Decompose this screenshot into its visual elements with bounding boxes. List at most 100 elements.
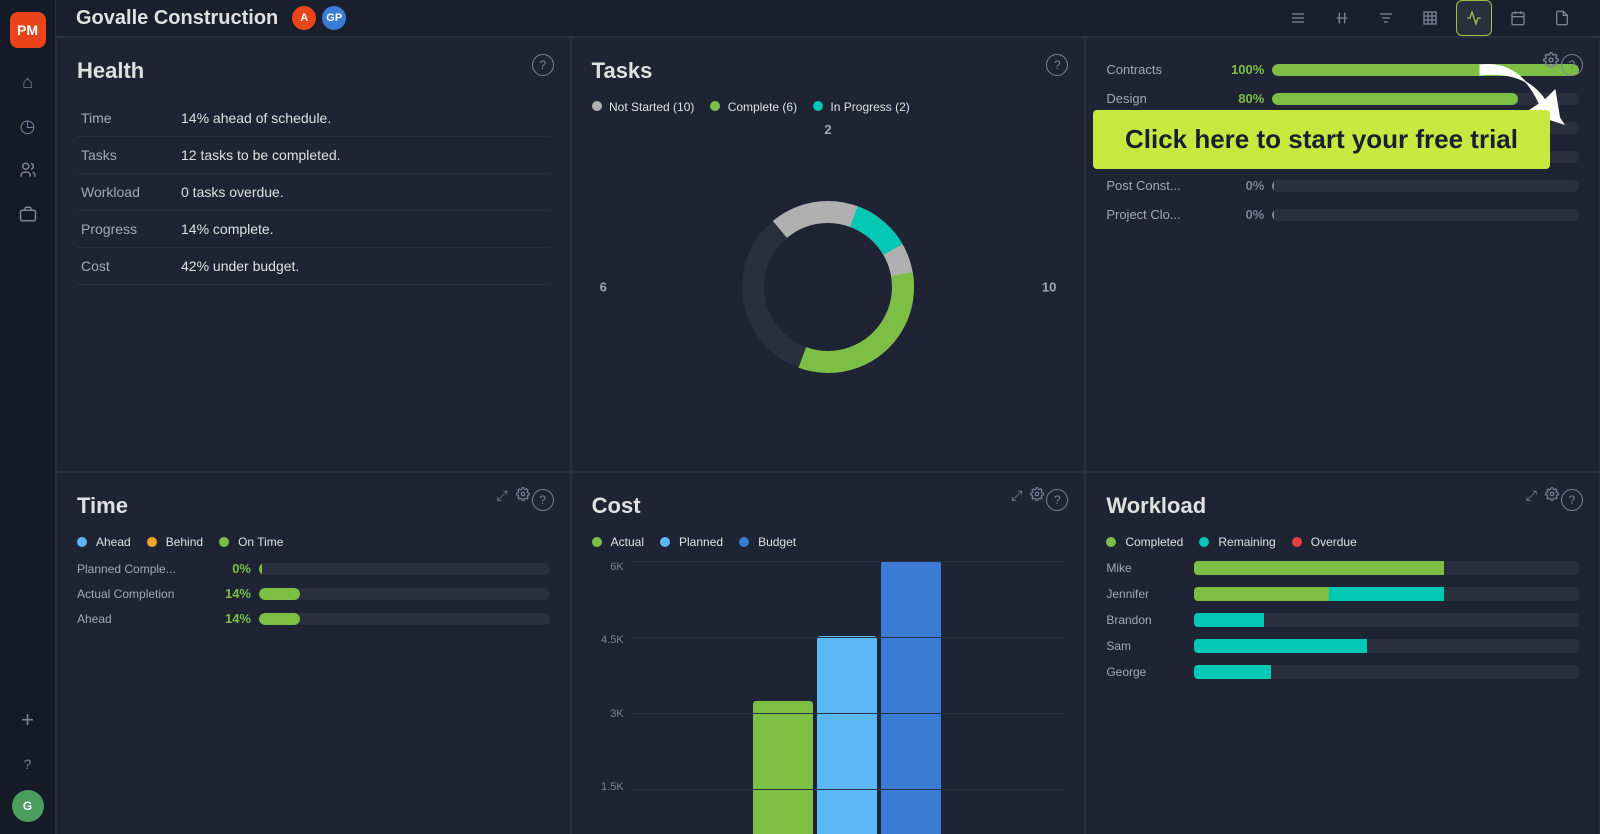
- inprogress-label: In Progress (2): [830, 100, 909, 114]
- health-label-progress: Progress: [77, 211, 177, 248]
- cost-help-btn[interactable]: ?: [1046, 489, 1068, 511]
- workload-row-sam: Sam: [1106, 639, 1579, 653]
- time-label-actual: Actual Completion: [77, 587, 207, 601]
- progress-track-projectclose: [1272, 209, 1579, 221]
- progress-row-contracts: Contracts 100%: [1106, 62, 1579, 77]
- workload-bar-brandon: [1194, 613, 1579, 627]
- workload-help-btn[interactable]: ?: [1561, 489, 1583, 511]
- time-title: Time: [77, 493, 550, 519]
- header: Govalle Construction A GP: [56, 0, 1600, 37]
- workload-settings-btn[interactable]: [1545, 487, 1559, 504]
- user-avatar[interactable]: G: [12, 790, 44, 822]
- progress-label-postconstruction: Post Const...: [1106, 178, 1216, 193]
- progress-settings-btn[interactable]: [1543, 52, 1559, 73]
- toolbar-calendar-btn[interactable]: [1500, 0, 1536, 36]
- cost-legend-budget: Budget: [739, 535, 796, 549]
- sidebar-help-button[interactable]: ?: [10, 746, 46, 782]
- sidebar: PM ⌂ ◷ + ? G: [0, 0, 56, 834]
- toolbar-list-btn[interactable]: [1280, 0, 1316, 36]
- cost-expand-btn[interactable]: ⤢: [1011, 487, 1022, 504]
- header-title: Govalle Construction A GP: [76, 4, 1264, 32]
- progress-row-postconstruction: Post Const... 0%: [1106, 178, 1579, 193]
- progress-label-design: Design: [1106, 91, 1216, 106]
- workload-row-mike: Mike: [1106, 561, 1579, 575]
- time-settings-btn[interactable]: [516, 487, 530, 504]
- time-legend: Ahead Behind On Time: [77, 535, 550, 549]
- cost-legend-planned: Planned: [660, 535, 723, 549]
- progress-label-construction: Construction: [1106, 149, 1216, 164]
- time-row-ahead: Ahead 14%: [77, 611, 550, 626]
- complete-label: Complete (6): [728, 100, 797, 114]
- planned-label: Planned: [679, 535, 723, 549]
- workload-panel-actions: ⤢: [1526, 487, 1559, 504]
- time-legend-ontime: On Time: [219, 535, 283, 549]
- toolbar-gantt-btn[interactable]: [1324, 0, 1360, 36]
- app-logo[interactable]: PM: [10, 12, 46, 48]
- toolbar-filter-btn[interactable]: [1368, 0, 1404, 36]
- cost-settings-btn[interactable]: [1030, 487, 1044, 504]
- workload-rows: Mike Jennifer Brandon: [1106, 561, 1579, 834]
- sidebar-item-briefcase[interactable]: [10, 196, 46, 232]
- actual-label: Actual: [611, 535, 644, 549]
- donut-svg: [728, 187, 928, 387]
- header-avatars: A GP: [290, 4, 348, 32]
- cost-chart-inner: [630, 561, 1065, 834]
- progress-fill-contracts: [1272, 64, 1579, 76]
- health-value-workload: 0 tasks overdue.: [177, 174, 550, 211]
- cost-y-axis: 6K 4.5K 3K 1.5K $0: [592, 561, 630, 834]
- toolbar-doc-btn[interactable]: [1544, 0, 1580, 36]
- progress-help-btn[interactable]: ?: [1561, 54, 1583, 76]
- workload-panel: Workload ⤢ ? Completed Remaining: [1085, 472, 1600, 834]
- time-row-actual: Actual Completion 14%: [77, 586, 550, 601]
- tasks-legend-inprogress: In Progress (2): [813, 100, 910, 114]
- time-label-planned: Planned Comple...: [77, 562, 207, 576]
- health-value-cost: 42% under budget.: [177, 248, 550, 285]
- progress-track-contracts: [1272, 64, 1579, 76]
- health-row-progress: Progress 14% complete.: [77, 211, 550, 248]
- health-help-btn[interactable]: ?: [532, 54, 554, 76]
- sidebar-item-people[interactable]: [10, 152, 46, 188]
- time-bar-planned: [259, 563, 550, 575]
- inprogress-dot: [813, 101, 823, 111]
- sidebar-item-clock[interactable]: ◷: [10, 108, 46, 144]
- cost-panel-actions: ⤢: [1011, 487, 1044, 504]
- progress-track-construction: [1272, 151, 1579, 163]
- progress-fill-postconstruction: [1272, 180, 1274, 192]
- time-label-ahead: Ahead: [77, 612, 207, 626]
- time-expand-btn[interactable]: ⤢: [496, 487, 507, 504]
- progress-rows: Contracts 100% Design 80% Procuremen: [1106, 62, 1579, 236]
- progress-pct-design: 80%: [1224, 91, 1264, 106]
- behind-label: Behind: [166, 535, 203, 549]
- progress-pct-contracts: 100%: [1224, 62, 1264, 77]
- notstarted-dot: [592, 101, 602, 111]
- sidebar-item-home[interactable]: ⌂: [10, 64, 46, 100]
- time-panel-actions: ⤢: [496, 487, 529, 504]
- progress-fill-construction: [1272, 151, 1274, 163]
- progress-row-projectclose: Project Clo... 0%: [1106, 207, 1579, 222]
- workload-row-brandon: Brandon: [1106, 613, 1579, 627]
- workload-expand-btn[interactable]: ⤢: [1526, 487, 1537, 504]
- actual-dot: [592, 537, 602, 547]
- tasks-legend-complete: Complete (6): [710, 100, 797, 114]
- toolbar-table-btn[interactable]: [1412, 0, 1448, 36]
- progress-pct-procurement: 19%: [1224, 120, 1264, 135]
- workload-label-mike: Mike: [1106, 561, 1186, 575]
- toolbar-dashboard-btn[interactable]: [1456, 0, 1492, 36]
- progress-pct-projectclose: 0%: [1224, 207, 1264, 222]
- tasks-help-btn[interactable]: ?: [1046, 54, 1068, 76]
- progress-label-projectclose: Project Clo...: [1106, 207, 1216, 222]
- sidebar-add-button[interactable]: +: [10, 702, 46, 738]
- tasks-title: Tasks: [592, 58, 1065, 84]
- workload-row-george: George: [1106, 665, 1579, 679]
- cost-chart-area: 6K 4.5K 3K 1.5K $0: [592, 561, 1065, 834]
- time-help-btn[interactable]: ?: [532, 489, 554, 511]
- cost-legend: Actual Planned Budget: [592, 535, 1065, 549]
- remaining-label: Remaining: [1218, 535, 1275, 549]
- health-table: Time 14% ahead of schedule. Tasks 12 tas…: [77, 100, 550, 285]
- cost-bar-planned: [817, 636, 877, 834]
- time-pct-actual: 14%: [215, 586, 251, 601]
- avatar-a: A: [290, 4, 318, 32]
- time-bar-ahead: [259, 613, 550, 625]
- cost-bars: [630, 561, 1065, 834]
- time-legend-ahead: Ahead: [77, 535, 131, 549]
